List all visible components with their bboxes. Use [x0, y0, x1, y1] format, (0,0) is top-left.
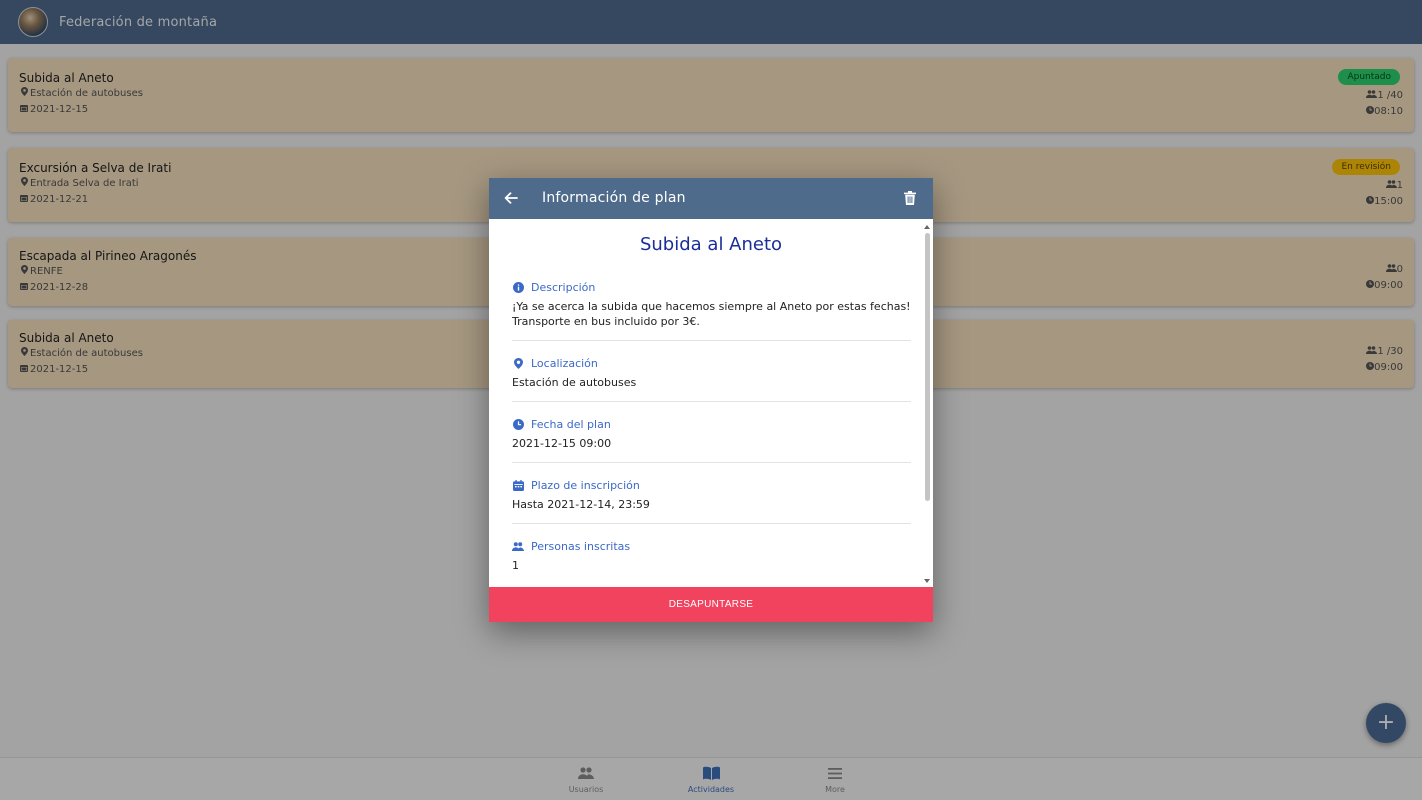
- people-icon: [512, 540, 524, 552]
- modal-content[interactable]: Subida al Aneto Descripción ¡Ya se acerc…: [489, 219, 933, 587]
- clock-icon: [512, 418, 524, 430]
- delete-button[interactable]: [901, 189, 919, 207]
- location-pin-icon: [512, 357, 524, 369]
- unsubscribe-button[interactable]: DESAPUNTARSE: [489, 587, 933, 622]
- section-label-text: Personas inscritas: [531, 539, 631, 553]
- scroll-down-arrow[interactable]: [924, 579, 930, 583]
- date-section: Fecha del plan 2021-12-15 09:00: [512, 402, 911, 463]
- modal-title: Información de plan: [542, 190, 686, 206]
- arrow-left-icon: [504, 192, 518, 204]
- section-label-text: Plazo de inscripción: [531, 478, 640, 492]
- trash-icon: [904, 191, 916, 205]
- section-label: Plazo de inscripción: [512, 477, 911, 493]
- description-section: Descripción ¡Ya se acerca la subida que …: [512, 279, 911, 341]
- section-label: Fecha del plan: [512, 416, 911, 432]
- section-label: Localización: [512, 355, 911, 371]
- modal-header: Información de plan: [489, 178, 933, 219]
- modal-scrollbar[interactable]: [923, 221, 932, 585]
- section-text: Estación de autobuses: [512, 376, 637, 389]
- deadline-section: Plazo de inscripción Hasta 2021-12-14, 2…: [512, 463, 911, 524]
- calendar-icon: [512, 479, 524, 491]
- section-text: 1: [512, 559, 519, 572]
- section-text: ¡Ya se acerca la subida que hacemos siem…: [512, 300, 911, 328]
- scroll-thumb[interactable]: [925, 233, 930, 501]
- scroll-up-arrow[interactable]: [924, 225, 930, 229]
- section-label-text: Localización: [531, 356, 598, 370]
- participants-section: Personas inscritas 1: [512, 524, 911, 584]
- section-label-text: Fecha del plan: [531, 417, 611, 431]
- section-label-text: Descripción: [531, 280, 596, 294]
- back-button[interactable]: [501, 188, 521, 208]
- section-label: Personas inscritas: [512, 538, 911, 554]
- location-section: Localización Estación de autobuses: [512, 341, 911, 402]
- info-icon: [512, 281, 524, 293]
- plan-title: Subida al Aneto: [639, 234, 783, 255]
- section-text: Hasta 2021-12-14, 23:59: [512, 498, 650, 511]
- section-text: 2021-12-15 09:00: [512, 437, 612, 450]
- plan-info-modal: Información de plan Subida al Aneto Desc…: [489, 178, 933, 622]
- section-label: Descripción: [512, 279, 911, 295]
